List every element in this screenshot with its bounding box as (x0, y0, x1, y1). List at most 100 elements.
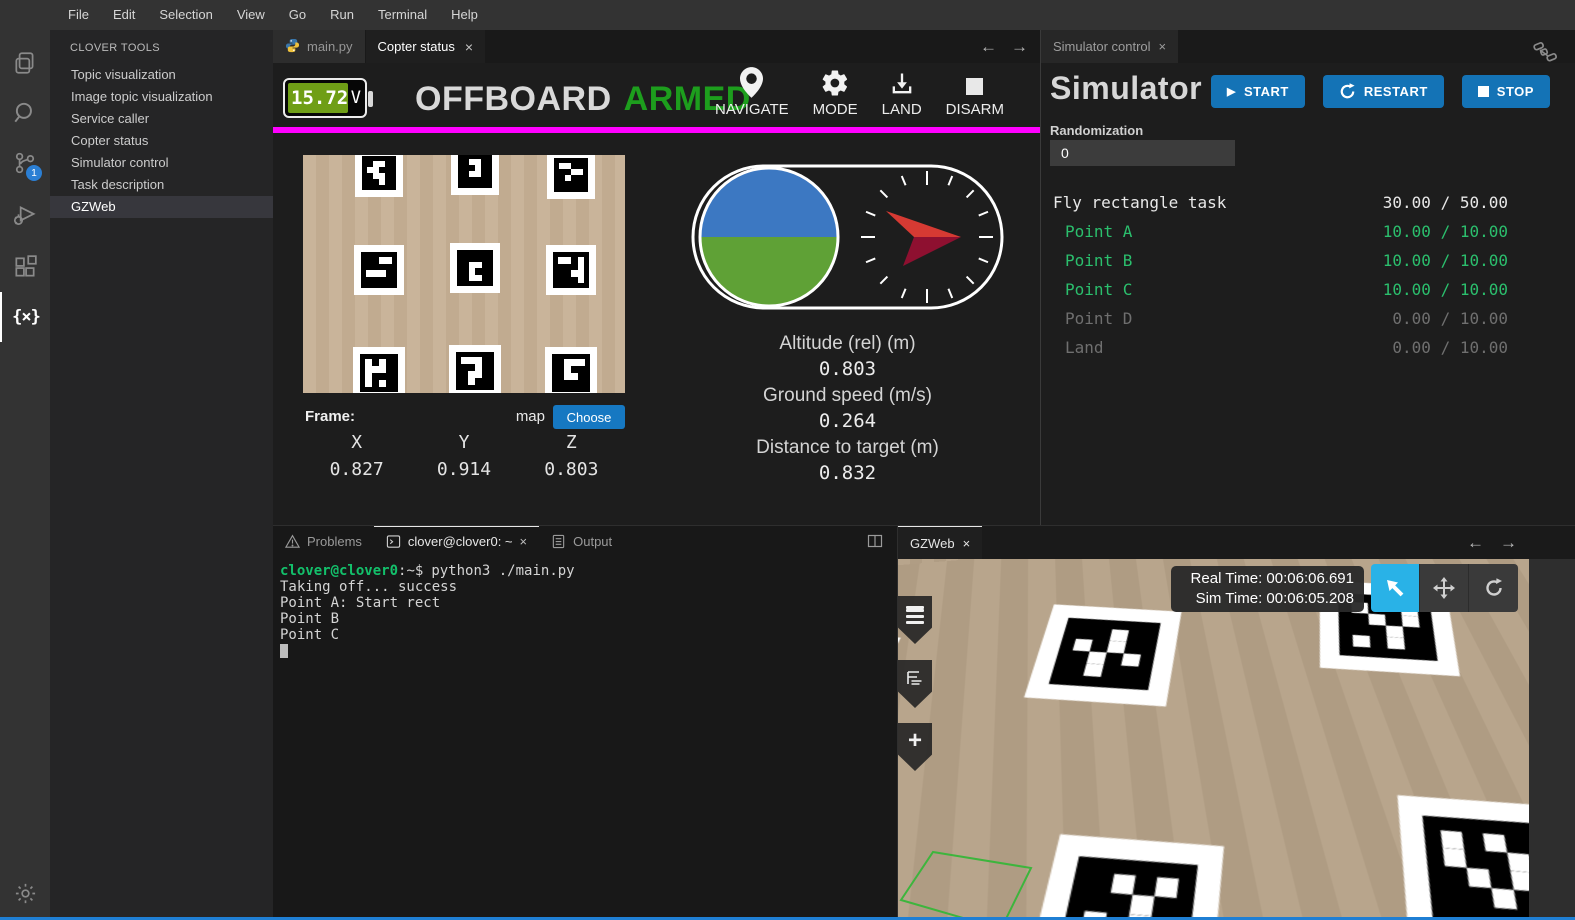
translate-tool-button[interactable] (1420, 564, 1469, 612)
terminal-line: Point B (280, 611, 575, 627)
copter-status-panel: main.py Copter status × ← → 15.72 V OFFB… (273, 30, 1040, 525)
run-debug-icon[interactable] (0, 190, 50, 240)
aruco-marker (353, 347, 405, 393)
back-arrow-icon[interactable]: ← (1467, 533, 1484, 553)
stop-button[interactable]: STOP (1462, 75, 1550, 108)
menu-terminal[interactable]: Terminal (366, 0, 439, 30)
close-icon[interactable]: × (1159, 39, 1167, 54)
tab-gzweb[interactable]: GZWeb × (898, 526, 982, 559)
menu-selection[interactable]: Selection (147, 0, 224, 30)
navigate-button[interactable]: NAVIGATE (715, 66, 789, 118)
terminal-icon (386, 534, 401, 549)
menu-bar: File Edit Selection View Go Run Terminal… (0, 0, 1575, 30)
camera-view (303, 155, 625, 393)
sidebar-item-image-topic-visualization[interactable]: Image topic visualization (50, 86, 273, 108)
gzweb-3d-view[interactable]: Real Time: 00:06:06.691 Sim Time: 00:06:… (898, 559, 1529, 918)
tab-label: Copter status (378, 39, 455, 54)
settings-gear-icon[interactable] (0, 868, 50, 918)
simulator-control-panel: Simulator control × Simulator ▶ START RE… (1040, 30, 1575, 525)
menu-run[interactable]: Run (318, 0, 366, 30)
aruco-marker (449, 345, 501, 393)
simulator-title: Simulator (1050, 70, 1202, 107)
sidebar-title: CLOVER TOOLS (50, 30, 273, 64)
land-button[interactable]: LAND (882, 66, 922, 118)
back-arrow-icon[interactable]: ← (980, 37, 997, 57)
restart-icon (1339, 83, 1356, 100)
plus-icon: + (908, 730, 922, 752)
tab-output[interactable]: Output (539, 526, 624, 556)
frame-value: map (516, 408, 545, 425)
terminal-output[interactable]: clover@clover0:~$python3 ./main.py Takin… (280, 563, 575, 662)
forward-arrow-icon[interactable]: → (1011, 37, 1028, 57)
frame-row: Frame: map Choose (305, 405, 625, 431)
tab-copter-status[interactable]: Copter status × (366, 30, 487, 63)
hamburger-icon (906, 606, 924, 609)
explorer-icon[interactable] (0, 38, 50, 88)
close-icon[interactable]: × (963, 536, 971, 551)
menu-view[interactable]: View (225, 0, 277, 30)
clover-tools-icon[interactable]: {×} (0, 292, 50, 342)
menu-edit[interactable]: Edit (101, 0, 147, 30)
altitude-value: 0.803 (690, 358, 1005, 380)
aruco-marker (451, 155, 499, 195)
aruco-marker (450, 243, 500, 293)
magenta-divider (273, 127, 1040, 133)
sim-time: Sim Time: 00:06:05.208 (1181, 589, 1354, 609)
sidebar-item-copter-status[interactable]: Copter status (50, 130, 273, 152)
aruco-marker (545, 347, 597, 393)
panel-tab-bar: Problems clover@clover0: ~ × Output (273, 526, 897, 556)
close-icon[interactable]: × (465, 39, 473, 55)
altitude-label: Altitude (rel) (m) (690, 333, 1005, 355)
position-axes: X Y Z 0.827 0.914 0.803 (303, 432, 625, 480)
sidebar-item-topic-visualization[interactable]: Topic visualization (50, 64, 273, 86)
sidebar-item-gzweb[interactable]: GZWeb (50, 196, 273, 218)
close-icon[interactable]: × (520, 534, 528, 549)
task-row: Point D 0.00 / 10.00 (1041, 304, 1575, 333)
output-icon (551, 534, 566, 549)
scene-tree-icon (905, 669, 925, 689)
rotate-icon (1483, 577, 1505, 599)
distance-to-target-label: Distance to target (m) (690, 437, 1005, 459)
source-control-icon[interactable]: 1 (0, 138, 50, 188)
tab-main-py[interactable]: main.py (273, 30, 366, 63)
target-zone-outline (898, 559, 1529, 918)
gzweb-tab-bar: GZWeb × ← → (898, 526, 1575, 559)
cursor-arrow-icon (1384, 577, 1406, 599)
mode-button[interactable]: MODE (813, 66, 858, 118)
telemetry-readouts: Altitude (rel) (m) 0.803 Ground speed (m… (690, 328, 1005, 484)
disarm-button[interactable]: DISARM (946, 66, 1004, 118)
activity-bar: 1 {×} (0, 30, 50, 920)
aruco-marker (355, 155, 403, 197)
axis-y-value: 0.914 (410, 459, 517, 480)
sidebar-item-task-description[interactable]: Task description (50, 174, 273, 196)
forward-arrow-icon[interactable]: → (1500, 533, 1517, 553)
axis-z-label: Z (518, 432, 625, 453)
sidebar-item-simulator-control[interactable]: Simulator control (50, 152, 273, 174)
menu-file[interactable]: File (56, 0, 101, 30)
menu-go[interactable]: Go (277, 0, 318, 30)
axis-x-label: X (303, 432, 410, 453)
copter-actions: NAVIGATE MODE LAND DISARM (715, 66, 1004, 118)
terminal-line: Point A: Start rect (280, 595, 575, 611)
menu-help[interactable]: Help (439, 0, 490, 30)
aruco-marker (354, 245, 404, 295)
tab-problems[interactable]: Problems (273, 526, 374, 556)
terminal-line: Point C (280, 627, 575, 643)
select-tool-button[interactable] (1371, 564, 1420, 612)
extensions-icon[interactable] (0, 242, 50, 292)
sidebar-item-service-caller[interactable]: Service caller (50, 108, 273, 130)
choose-frame-button[interactable]: Choose (553, 405, 625, 429)
tab-simulator-control[interactable]: Simulator control × (1041, 30, 1178, 63)
task-row: Fly rectangle task 30.00 / 50.00 (1041, 188, 1575, 217)
start-button[interactable]: ▶ START (1211, 75, 1305, 108)
restart-button[interactable]: RESTART (1323, 75, 1444, 108)
randomization-input[interactable] (1050, 140, 1235, 166)
search-icon[interactable] (0, 88, 50, 138)
split-panel-icon[interactable] (867, 533, 883, 554)
task-score-list: Fly rectangle task 30.00 / 50.00 Point A… (1041, 188, 1575, 362)
editor-nav-arrows: ← → (980, 30, 1028, 63)
tab-terminal[interactable]: clover@clover0: ~ × (374, 526, 539, 556)
drone-icon[interactable] (1531, 39, 1559, 72)
distance-to-target-value: 0.832 (690, 462, 1005, 484)
rotate-tool-button[interactable] (1469, 564, 1518, 612)
